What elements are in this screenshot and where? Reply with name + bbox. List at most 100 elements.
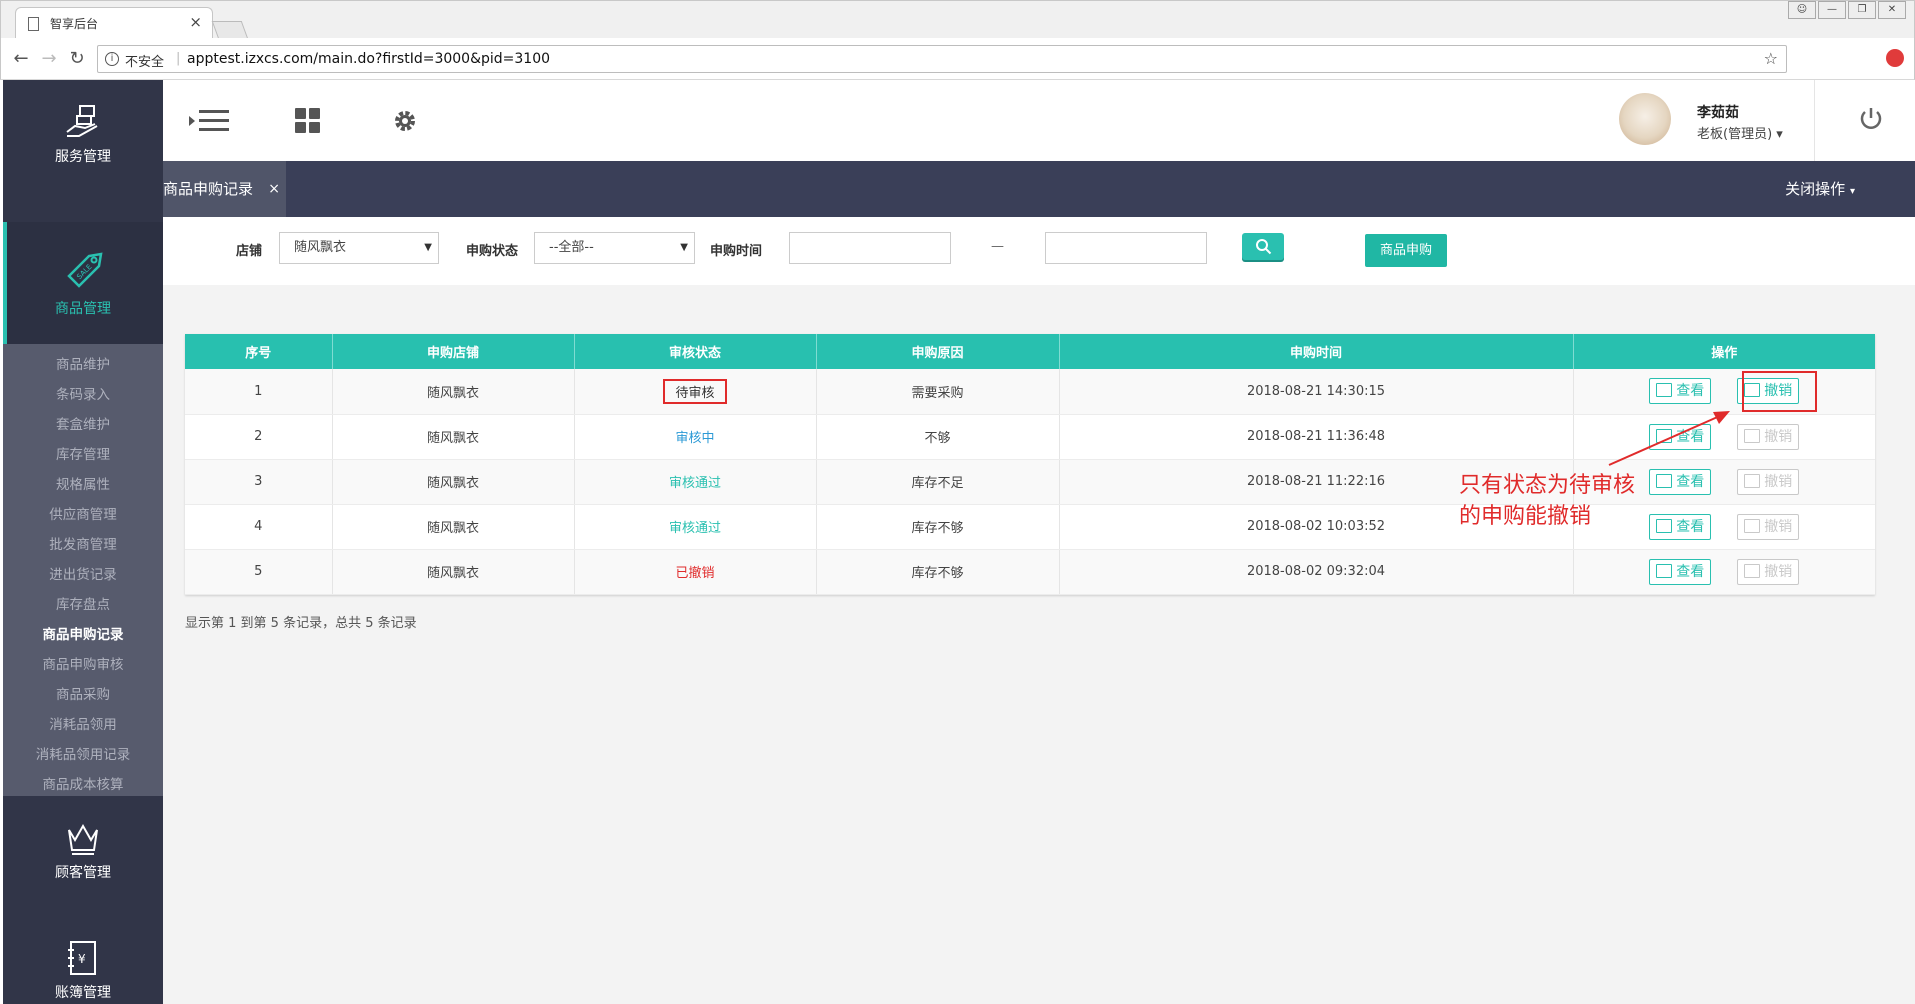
view-button-label: 查看 bbox=[1676, 563, 1705, 580]
nav-service-management[interactable]: 服务管理 bbox=[3, 102, 163, 194]
minimize-icon[interactable]: — bbox=[1818, 1, 1846, 19]
col-header-no: 序号 bbox=[185, 334, 333, 369]
cell-reason: 库存不够 bbox=[816, 549, 1060, 595]
forward-icon[interactable]: → bbox=[39, 48, 59, 69]
page-icon bbox=[28, 17, 39, 31]
submenu-item[interactable]: 供应商管理 bbox=[3, 500, 163, 530]
url-field[interactable]: i 不安全 | apptest.izxcs.com/main.do?firstI… bbox=[97, 45, 1787, 73]
user-profile-icon[interactable]: ☺ bbox=[1788, 1, 1816, 19]
nav-ledger-management[interactable]: ¥ 账簿管理 bbox=[3, 938, 163, 1004]
submenu-item[interactable]: 库存管理 bbox=[3, 440, 163, 470]
power-icon[interactable] bbox=[1859, 106, 1883, 132]
bookmark-star-icon[interactable]: ☆ bbox=[1764, 49, 1778, 68]
submenu-item[interactable]: 商品申购审核 bbox=[3, 650, 163, 680]
table-row: 1 随风飘衣 待审核 需要采购 2018-08-21 14:30:15 查看 撤销 bbox=[185, 369, 1875, 415]
cancel-button-label: 撤销 bbox=[1764, 563, 1793, 580]
view-button[interactable]: 查看 bbox=[1649, 423, 1712, 450]
view-icon bbox=[1656, 563, 1673, 578]
nav-customer-label: 顾客管理 bbox=[55, 865, 111, 881]
cell-actions: 查看 撤销 bbox=[1573, 414, 1875, 460]
status-select[interactable]: --全部-- ▼ bbox=[534, 232, 695, 264]
sidebar: 服务管理 SALE 商品管理 商品维护 条码录入 套盒维护 库存管理 规格属性 … bbox=[3, 80, 163, 1004]
view-button-label: 查看 bbox=[1676, 428, 1705, 445]
status-badge-passed: 审核通过 bbox=[668, 476, 721, 491]
cell-no: 5 bbox=[185, 549, 333, 595]
pagination-summary: 显示第 1 到第 5 条记录，总共 5 条记录 bbox=[185, 616, 417, 631]
submenu-item[interactable]: 条码录入 bbox=[3, 380, 163, 410]
view-button-label: 查看 bbox=[1676, 383, 1705, 400]
view-button[interactable]: 查看 bbox=[1649, 558, 1712, 585]
start-date-input[interactable] bbox=[789, 232, 951, 264]
close-operations-dropdown[interactable]: 关闭操作 ▾ bbox=[1785, 161, 1855, 220]
new-tab-button[interactable] bbox=[211, 21, 249, 39]
view-icon bbox=[1656, 383, 1673, 398]
undo-icon bbox=[1744, 563, 1761, 578]
submenu-item[interactable]: 套盒维护 bbox=[3, 410, 163, 440]
cell-shop: 随风飘衣 bbox=[332, 369, 575, 415]
browser-tab[interactable]: 智享后台 × bbox=[15, 7, 213, 39]
purchase-apply-button[interactable]: 商品申购 bbox=[1365, 234, 1447, 267]
reload-icon[interactable]: ↻ bbox=[67, 48, 87, 69]
nav-service-label: 服务管理 bbox=[55, 149, 111, 165]
window-controls: ☺ — ❐ ✕ bbox=[1786, 1, 1906, 19]
info-icon[interactable]: i bbox=[105, 52, 119, 66]
cell-reason: 库存不够 bbox=[816, 504, 1060, 550]
end-date-input[interactable] bbox=[1045, 232, 1207, 264]
view-button[interactable]: 查看 bbox=[1649, 468, 1712, 495]
submenu-item[interactable]: 商品采购 bbox=[3, 680, 163, 710]
search-button[interactable] bbox=[1242, 233, 1284, 260]
cancel-button-disabled: 撤销 bbox=[1737, 558, 1800, 585]
user-name: 李茹茹 bbox=[1697, 105, 1739, 121]
user-role-dropdown[interactable]: 老板(管理员) ▾ bbox=[1697, 123, 1783, 142]
cell-no: 3 bbox=[185, 459, 333, 505]
address-bar: ← → ↻ i 不安全 | apptest.izxcs.com/main.do?… bbox=[0, 38, 1915, 80]
nav-product-management[interactable]: SALE 商品管理 bbox=[3, 222, 163, 344]
view-button-label: 查看 bbox=[1676, 518, 1705, 535]
cancel-button-highlight bbox=[1742, 371, 1817, 412]
submenu-item[interactable]: 商品维护 bbox=[3, 350, 163, 380]
crown-icon bbox=[68, 823, 98, 855]
submenu-item[interactable]: 商品成本核算 bbox=[3, 770, 163, 800]
shop-label: 店铺 bbox=[236, 244, 263, 259]
submenu-item[interactable]: 消耗品领用记录 bbox=[3, 740, 163, 770]
avatar[interactable] bbox=[1619, 93, 1671, 145]
view-icon bbox=[1656, 473, 1673, 488]
cell-status: 审核通过 bbox=[574, 459, 817, 505]
cell-shop: 随风飘衣 bbox=[332, 459, 575, 505]
restore-icon[interactable]: ❐ bbox=[1848, 1, 1876, 19]
submenu-item[interactable]: 进出货记录 bbox=[3, 560, 163, 590]
cell-shop: 随风飘衣 bbox=[332, 414, 575, 460]
purchase-records-table: 序号 申购店铺 审核状态 申购原因 申购时间 操作 1 随风飘衣 待审核 需要采… bbox=[185, 334, 1875, 595]
cell-status: 审核中 bbox=[574, 414, 817, 460]
date-range-separator: — bbox=[991, 239, 1004, 254]
view-button[interactable]: 查看 bbox=[1649, 378, 1712, 405]
col-header-time: 申购时间 bbox=[1059, 334, 1574, 369]
cell-shop: 随风飘衣 bbox=[332, 549, 575, 595]
grid-icon[interactable] bbox=[295, 108, 321, 134]
collapse-menu-icon[interactable] bbox=[189, 108, 231, 134]
submenu-item[interactable]: 消耗品领用 bbox=[3, 710, 163, 740]
back-icon[interactable]: ← bbox=[11, 48, 31, 69]
browser-tab-close-icon[interactable]: × bbox=[189, 13, 202, 31]
submenu-item[interactable]: 批发商管理 bbox=[3, 530, 163, 560]
submenu-item-current[interactable]: 商品申购记录 bbox=[3, 620, 163, 650]
nav-product-label: 商品管理 bbox=[55, 301, 111, 317]
close-tab-icon[interactable]: × bbox=[268, 161, 280, 217]
col-header-status: 审核状态 bbox=[574, 334, 817, 369]
extension-icon[interactable] bbox=[1886, 49, 1904, 67]
shop-select[interactable]: 随风飘衣 ▼ bbox=[279, 232, 439, 264]
close-window-icon[interactable]: ✕ bbox=[1878, 1, 1906, 19]
page-tab-purchase-records[interactable]: 商品申购记录 × bbox=[163, 161, 286, 217]
nav-customer-management[interactable]: 顾客管理 bbox=[3, 818, 163, 908]
submenu-item[interactable]: 库存盘点 bbox=[3, 590, 163, 620]
col-header-reason: 申购原因 bbox=[816, 334, 1060, 369]
submenu-item[interactable]: 规格属性 bbox=[3, 470, 163, 500]
annotation-line: 只有状态为待审核 bbox=[1459, 473, 1636, 498]
url-separator: | bbox=[176, 51, 181, 66]
gear-icon[interactable] bbox=[392, 108, 418, 134]
cell-reason: 库存不足 bbox=[816, 459, 1060, 505]
url-text[interactable]: apptest.izxcs.com/main.do?firstId=3000&p… bbox=[187, 51, 550, 67]
status-select-value: --全部-- bbox=[549, 240, 594, 255]
table-row: 2 随风飘衣 审核中 不够 2018-08-21 11:36:48 查看 撤销 bbox=[185, 414, 1875, 460]
view-button[interactable]: 查看 bbox=[1649, 513, 1712, 540]
